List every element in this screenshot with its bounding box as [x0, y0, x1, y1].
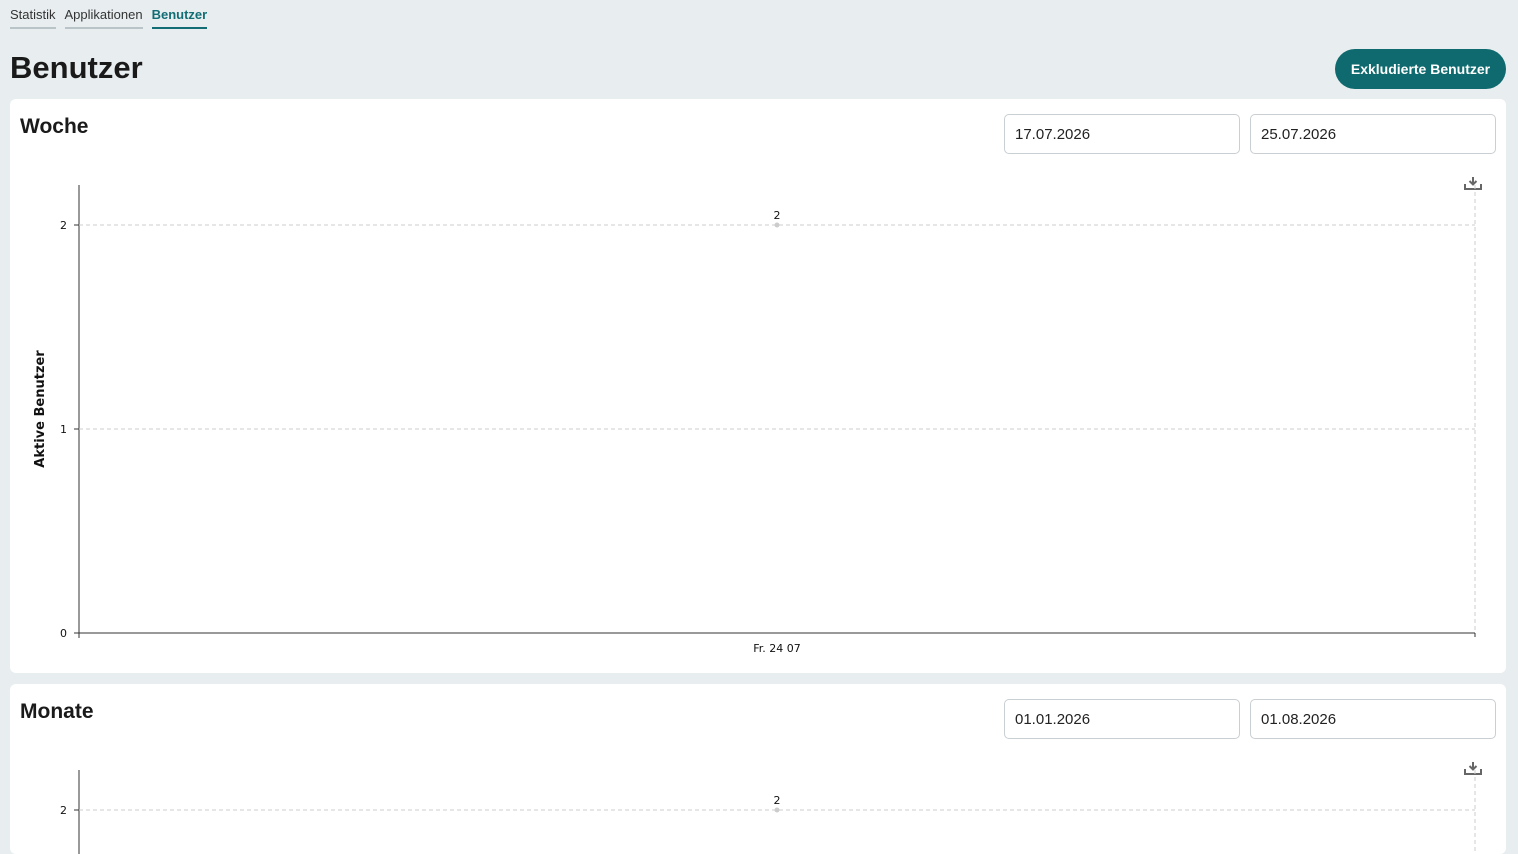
tab-statistik[interactable]: Statistik — [10, 6, 56, 29]
data-label: 2 — [774, 794, 781, 807]
week-chart: 0 1 2 2 Fr. 24 07 Aktive Benutzer — [33, 185, 1476, 655]
y-tick-label: 2 — [60, 804, 67, 817]
data-label: 2 — [774, 209, 781, 222]
data-point — [774, 222, 780, 228]
top-nav: Statistik Applikationen Benutzer — [10, 6, 208, 29]
excluded-users-button[interactable]: Exkludierte Benutzer — [1335, 49, 1506, 89]
month-card: Monate 22 — [10, 684, 1506, 854]
month-chart: 22 — [60, 770, 1476, 854]
y-tick-label: 2 — [60, 219, 67, 232]
page-title: Benutzer — [10, 50, 143, 85]
tab-applikationen[interactable]: Applikationen — [64, 6, 143, 29]
week-card: Woche 0122Fr. 24 07Aktive Benutzer — [10, 99, 1506, 673]
tab-benutzer[interactable]: Benutzer — [151, 6, 208, 29]
y-axis-label: Aktive Benutzer — [33, 350, 48, 468]
x-tick-label: Fr. 24 07 — [753, 642, 801, 655]
data-point — [774, 807, 780, 813]
y-tick-label: 1 — [60, 423, 67, 436]
y-tick-label: 0 — [60, 627, 67, 640]
